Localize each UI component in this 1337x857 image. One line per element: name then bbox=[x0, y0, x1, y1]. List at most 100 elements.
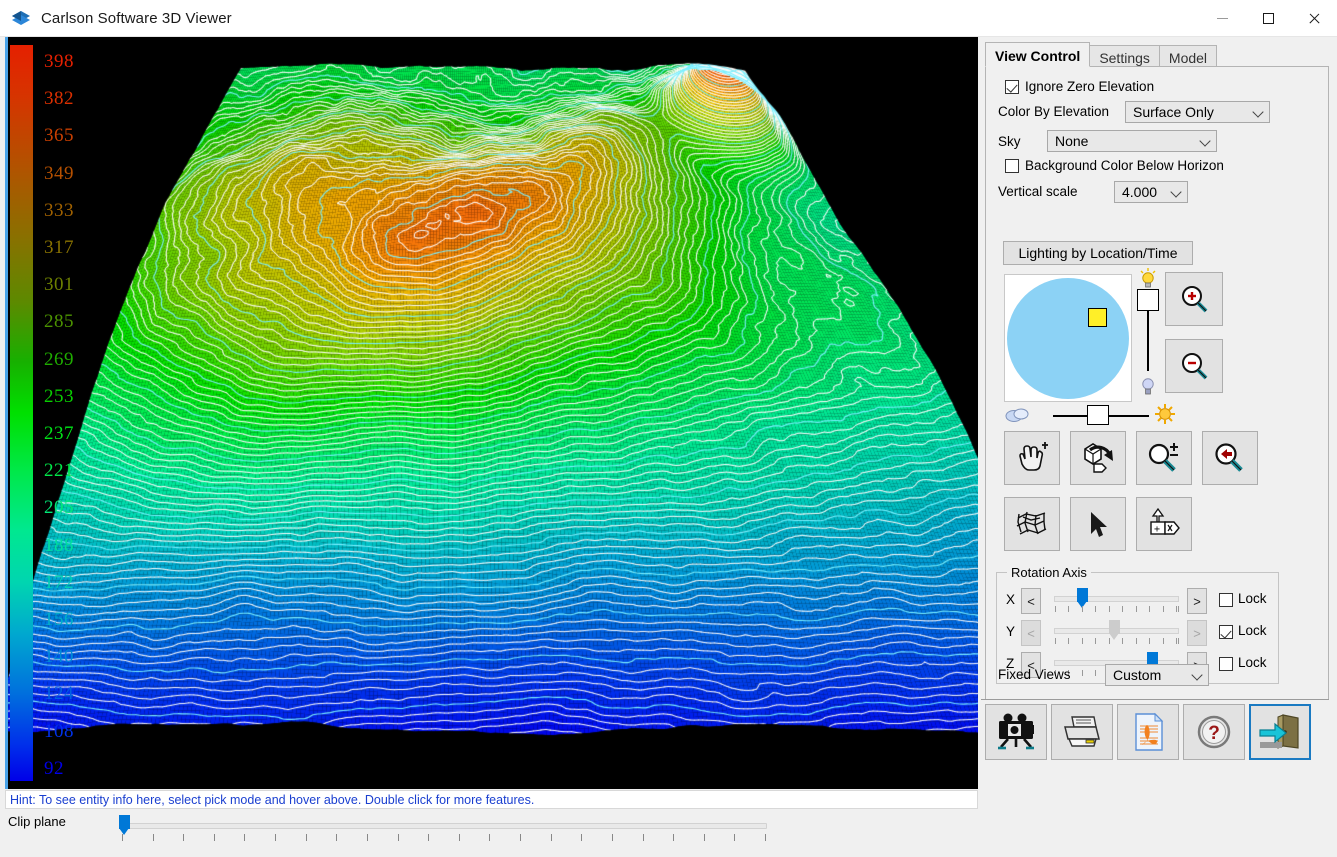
rotation-axis-y-label: Y bbox=[1006, 624, 1015, 639]
vertical-scale-value: 4.000 bbox=[1122, 184, 1165, 200]
tab-model[interactable]: Model bbox=[1159, 45, 1217, 67]
elevation-legend-label: 172 bbox=[44, 572, 74, 594]
elevation-legend-label: 285 bbox=[44, 311, 74, 333]
chevron-down-icon bbox=[1165, 188, 1187, 196]
fixed-views-select[interactable]: Custom bbox=[1105, 664, 1209, 686]
print-button[interactable] bbox=[1051, 704, 1113, 760]
background-color-below-horizon-label: Background Color Below Horizon bbox=[1025, 158, 1224, 173]
exit-door-icon bbox=[1258, 712, 1302, 752]
zoom-out-button[interactable] bbox=[1165, 339, 1223, 393]
question-help-icon: ? bbox=[1194, 712, 1234, 752]
elevation-legend-label: 382 bbox=[44, 88, 74, 110]
zoom-in-button[interactable] bbox=[1165, 272, 1223, 326]
clip-plane-slider-thumb[interactable] bbox=[119, 815, 130, 836]
rotate-tool-button[interactable] bbox=[1070, 431, 1126, 485]
app-window: Carlson Software 3D Viewer 3983823653493… bbox=[0, 0, 1337, 857]
mesh-tool-button[interactable] bbox=[1004, 497, 1060, 551]
sun-position-marker[interactable] bbox=[1088, 308, 1107, 327]
rotation-axis-x-lock-label: Lock bbox=[1238, 591, 1267, 606]
sky-select[interactable]: None bbox=[1047, 130, 1217, 152]
sky-label-wrap: Sky bbox=[998, 134, 1021, 149]
elevation-legend-label: 349 bbox=[44, 163, 74, 185]
sun-elevation-slider[interactable] bbox=[1135, 267, 1160, 407]
chevron-down-icon bbox=[1247, 108, 1269, 116]
movie-camera-icon bbox=[994, 713, 1038, 751]
terrain-3d-viewport[interactable]: 3983823653493333173012852692532372212051… bbox=[8, 37, 978, 789]
fixed-views-label: Fixed Views bbox=[998, 667, 1071, 682]
magnifier-plusminus-icon bbox=[1146, 442, 1182, 474]
color-by-elevation-label-wrap: Color By Elevation bbox=[998, 104, 1109, 119]
clip-plane-slider-track[interactable] bbox=[122, 823, 767, 829]
render-camera-button[interactable] bbox=[985, 704, 1047, 760]
rotation-axis-y-increment-button[interactable]: > bbox=[1187, 620, 1207, 646]
rotation-axis-y-decrement-label: < bbox=[1027, 626, 1035, 641]
magnifier-back-icon bbox=[1212, 442, 1248, 474]
rotation-axis-y-increment-label: > bbox=[1193, 626, 1201, 641]
close-button[interactable] bbox=[1291, 0, 1337, 37]
elevation-legend-label: 205 bbox=[44, 497, 74, 519]
terrain-canvas[interactable] bbox=[8, 37, 978, 789]
rotation-axis-y-lock-checkbox[interactable] bbox=[1219, 625, 1233, 639]
arrow-pointer-icon bbox=[1083, 508, 1113, 540]
elevation-legend-label: 333 bbox=[44, 200, 74, 222]
elevation-legend-label: 140 bbox=[44, 646, 74, 668]
rotate-object-icon bbox=[1080, 442, 1116, 474]
window-buttons bbox=[1199, 0, 1337, 37]
sun-icon bbox=[1154, 403, 1176, 428]
tab-view-control-label: View Control bbox=[995, 48, 1080, 64]
help-button[interactable]: ? bbox=[1183, 704, 1245, 760]
elevation-legend-label: 301 bbox=[44, 274, 74, 296]
rotation-axis-y-decrement-button[interactable]: < bbox=[1021, 620, 1041, 646]
color-by-elevation-select[interactable]: Surface Only bbox=[1125, 101, 1270, 123]
svg-text:?: ? bbox=[1208, 723, 1220, 744]
lighting-by-location-time-button[interactable]: Lighting by Location/Time bbox=[1003, 241, 1193, 265]
ignore-zero-elevation-checkbox[interactable] bbox=[1005, 80, 1019, 94]
svg-text:+: + bbox=[1154, 524, 1160, 535]
pick-tool-button[interactable] bbox=[1070, 497, 1126, 551]
mesh-wireframe-icon bbox=[1014, 508, 1050, 540]
sun-elevation-thumb[interactable] bbox=[1137, 289, 1159, 311]
light-intensity-thumb[interactable] bbox=[1087, 405, 1109, 425]
rotation-axis-z-lock-checkbox[interactable] bbox=[1219, 657, 1233, 671]
background-color-below-horizon-checkbox[interactable] bbox=[1005, 159, 1019, 173]
elevation-legend-label: 156 bbox=[44, 609, 74, 631]
zoom-previous-tool-button[interactable] bbox=[1202, 431, 1258, 485]
dim-bulb-icon bbox=[1138, 375, 1158, 400]
ignore-zero-elevation-label: Ignore Zero Elevation bbox=[1025, 79, 1154, 94]
title-bar: Carlson Software 3D Viewer bbox=[0, 0, 1337, 37]
sky-value: None bbox=[1055, 133, 1194, 149]
background-color-below-horizon-row[interactable]: Background Color Below Horizon bbox=[1005, 158, 1224, 173]
axis-tool-button[interactable]: + bbox=[1136, 497, 1192, 551]
light-intensity-slider[interactable] bbox=[1051, 405, 1151, 425]
minimize-button[interactable] bbox=[1199, 0, 1245, 37]
clip-plane-label: Clip plane bbox=[8, 814, 66, 829]
rotation-axis-x-label: X bbox=[1006, 592, 1015, 607]
rotation-axis-x-slider-track[interactable] bbox=[1054, 596, 1179, 602]
hint-bar: Hint: To see entity info here, select pi… bbox=[5, 790, 978, 809]
elevation-legend-label: 365 bbox=[44, 125, 74, 147]
vertical-scale-label-wrap: Vertical scale bbox=[998, 184, 1078, 199]
rotation-axis-x-increment-button[interactable]: > bbox=[1187, 588, 1207, 614]
color-by-elevation-value: Surface Only bbox=[1133, 104, 1247, 120]
elevation-legend-label: 253 bbox=[44, 386, 74, 408]
zoom-in-icon bbox=[1177, 284, 1211, 314]
printer-icon bbox=[1060, 713, 1104, 751]
tab-settings-label: Settings bbox=[1099, 50, 1150, 66]
sun-position-dial[interactable] bbox=[1004, 274, 1132, 402]
rotation-axis-x-decrement-button[interactable]: < bbox=[1021, 588, 1041, 614]
vertical-scale-select[interactable]: 4.000 bbox=[1114, 181, 1188, 203]
export-pdf-button[interactable] bbox=[1117, 704, 1179, 760]
ignore-zero-elevation-row[interactable]: Ignore Zero Elevation bbox=[1005, 79, 1154, 94]
close-icon bbox=[1308, 12, 1321, 25]
sky-label: Sky bbox=[998, 134, 1021, 149]
rotation-axis-y-lock-label: Lock bbox=[1238, 623, 1267, 638]
maximize-button[interactable] bbox=[1245, 0, 1291, 37]
tab-settings[interactable]: Settings bbox=[1089, 45, 1160, 67]
zoom-window-tool-button[interactable] bbox=[1136, 431, 1192, 485]
tab-view-control[interactable]: View Control bbox=[985, 42, 1090, 67]
rotation-axis-x-lock-checkbox[interactable] bbox=[1219, 593, 1233, 607]
exit-button[interactable] bbox=[1249, 704, 1311, 760]
window-title: Carlson Software 3D Viewer bbox=[41, 10, 232, 27]
pan-tool-button[interactable] bbox=[1004, 431, 1060, 485]
elevation-legend-label: 188 bbox=[44, 535, 74, 557]
